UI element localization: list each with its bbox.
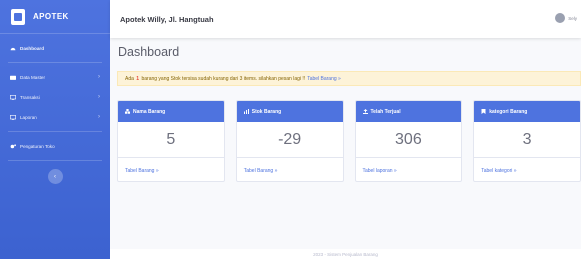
sidebar-toggle-button[interactable]: ‹ <box>47 169 63 184</box>
card-link[interactable]: Tabel Barang » <box>118 158 224 181</box>
card-link[interactable]: Tabel kategori » <box>474 158 580 181</box>
card-header: Stok Barang <box>236 101 343 122</box>
card-title: Telah Terjual <box>370 108 401 115</box>
topbar: Apotek Willy, Jl. Hangtuah Sely <box>110 0 581 38</box>
card-title: Nama Barang <box>133 108 166 115</box>
card-value: -29 <box>236 122 343 158</box>
card-link[interactable]: Tabel Barang » <box>237 158 343 181</box>
card-nama-barang: Nama Barang 5 Tabel Barang » <box>117 100 225 182</box>
alert-link[interactable]: Tabel Barang » <box>307 76 341 82</box>
chevron-left-icon: ‹ <box>54 173 56 180</box>
card-title: Stok Barang <box>251 108 282 115</box>
dashboard-icon <box>10 47 16 50</box>
user-menu[interactable]: Sely <box>555 13 577 23</box>
card-header: kategori Barang <box>474 101 580 122</box>
sidebar-item-label: Laporan <box>20 114 37 120</box>
brand-name: APOTEK <box>33 12 69 21</box>
bookmark-icon <box>481 109 486 114</box>
summary-cards: Nama Barang 5 Tabel Barang » Stok Barang… <box>117 100 581 182</box>
footer-text: 2023 - Sistem Penjualan Barang <box>313 251 378 257</box>
card-header: Telah Terjual <box>355 101 462 122</box>
card-link[interactable]: Tabel laporan » <box>356 158 462 181</box>
card-value: 306 <box>355 122 462 158</box>
low-stock-alert: Ada 1 barang yang Stok tersisa sudah kur… <box>117 71 581 86</box>
sidebar-divider <box>8 160 102 161</box>
folder-icon <box>10 75 16 80</box>
pharmacy-logo-icon <box>11 8 25 25</box>
sidebar-item-pengaturan-toko[interactable]: Pengaturan Toko <box>0 136 110 156</box>
sidebar-item-transaksi[interactable]: Transaksi › <box>0 87 110 107</box>
cubes-icon <box>125 109 130 114</box>
card-title: kategori Barang <box>489 108 528 115</box>
sidebar-divider <box>8 62 102 63</box>
desktop-icon <box>10 94 16 100</box>
chevron-right-icon: › <box>98 94 100 100</box>
sidebar-divider <box>8 131 102 132</box>
sidebar-item-laporan[interactable]: Laporan › <box>0 107 110 127</box>
card-value: 5 <box>118 122 224 158</box>
chart-bar-icon <box>243 109 249 114</box>
sidebar-item-label: Transaksi <box>20 94 40 100</box>
card-kategori-barang: kategori Barang 3 Tabel kategori » <box>473 100 581 182</box>
sidebar-item-data-master[interactable]: Data Master › <box>0 67 110 87</box>
sidebar-item-label: Data Master <box>20 74 46 80</box>
upload-icon <box>362 109 368 114</box>
alert-prefix: Ada <box>125 75 134 82</box>
sidebar-item-label: Dashboard <box>20 45 44 51</box>
sidebar-item-label: Pengaturan Toko <box>20 143 55 149</box>
chevron-right-icon: › <box>98 74 100 80</box>
sidebar: APOTEK Dashboard Data Master › Transaksi… <box>0 0 110 259</box>
card-stok-barang: Stok Barang -29 Tabel Barang » <box>235 100 344 182</box>
desktop-icon <box>10 114 16 120</box>
chevron-right-icon: › <box>98 114 100 120</box>
cogs-icon <box>10 143 16 148</box>
card-header: Nama Barang <box>118 101 224 122</box>
alert-message: barang yang Stok tersisa sudah kurang da… <box>141 75 306 82</box>
alert-count: 1 <box>136 75 140 82</box>
avatar <box>555 13 566 23</box>
sidebar-item-dashboard[interactable]: Dashboard <box>0 38 110 58</box>
user-name: Sely <box>568 15 577 21</box>
page-title: Dashboard <box>118 45 180 59</box>
card-value: 3 <box>474 122 580 158</box>
topbar-title: Apotek Willy, Jl. Hangtuah <box>120 14 214 24</box>
footer: 2023 - Sistem Penjualan Barang <box>110 249 581 259</box>
brand[interactable]: APOTEK <box>0 0 110 34</box>
card-telah-terjual: Telah Terjual 306 Tabel laporan » <box>354 100 463 182</box>
